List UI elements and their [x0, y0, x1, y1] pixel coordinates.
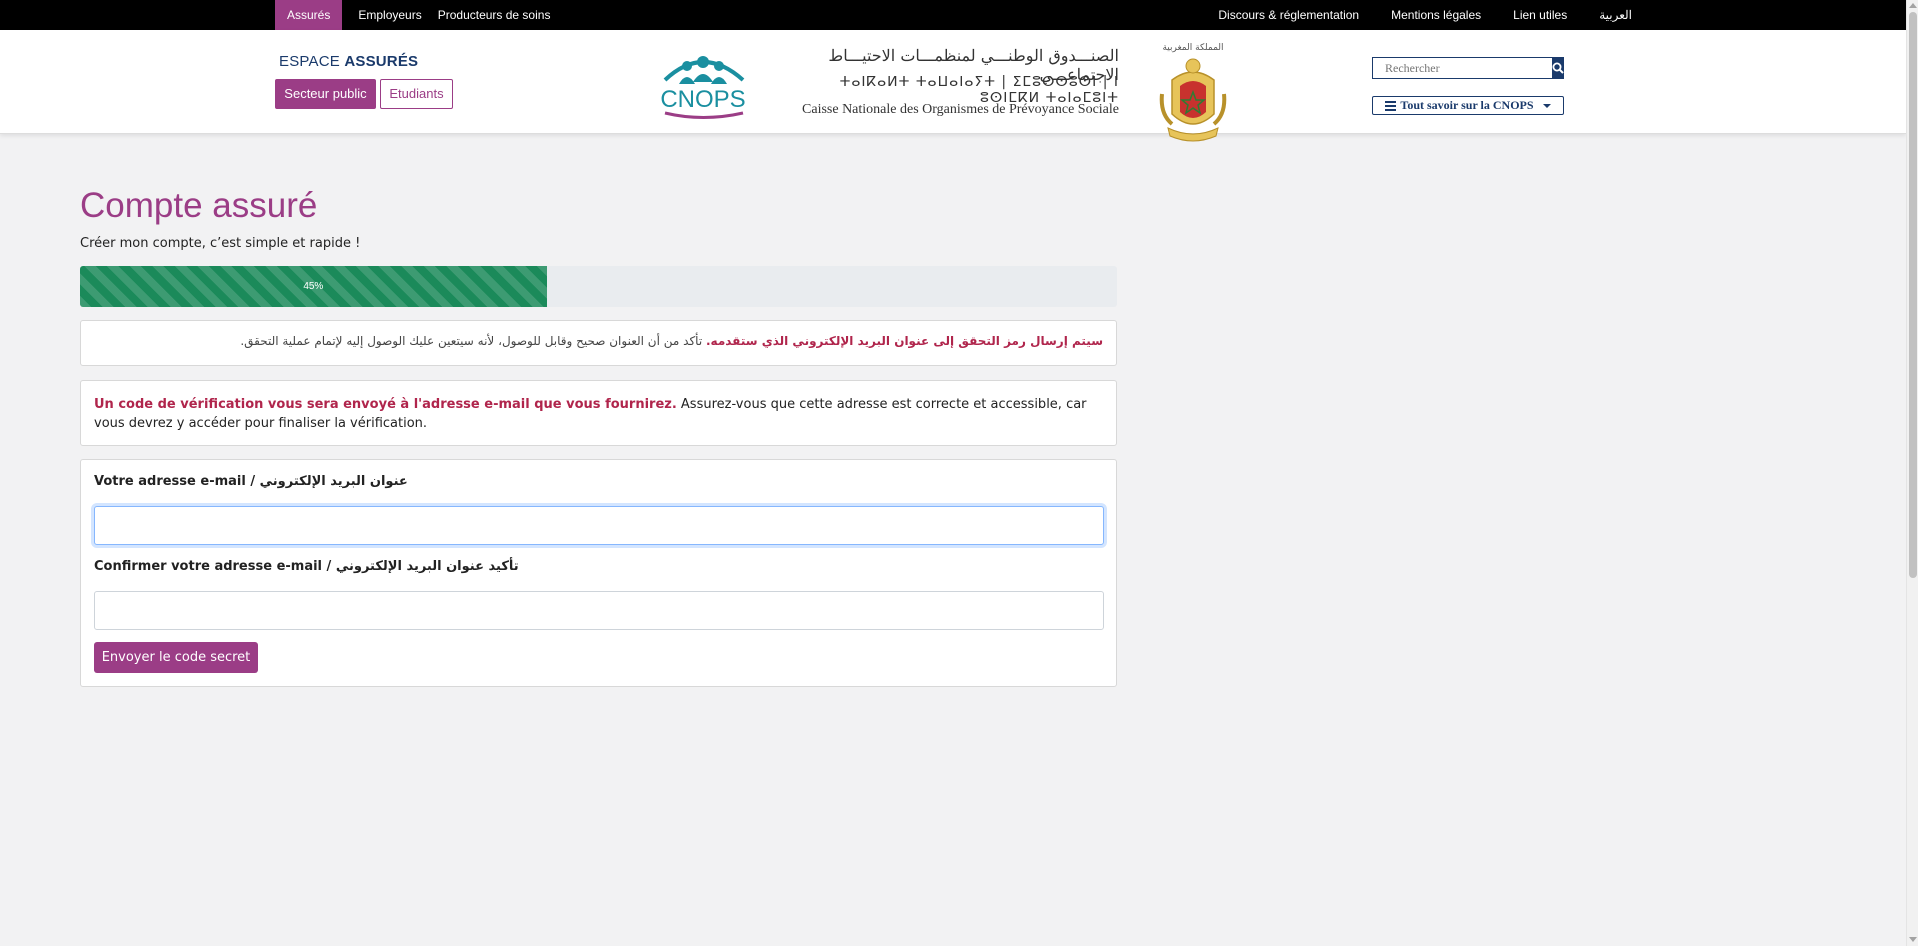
- etudiants-button[interactable]: Etudiants: [380, 79, 453, 109]
- page-title: Compte assuré: [80, 186, 318, 225]
- confirm-email-field[interactable]: [94, 591, 1104, 630]
- scroll-up-icon[interactable]: [1909, 3, 1917, 8]
- espace-title: ESPACE ASSURÉS: [279, 53, 419, 70]
- utility-nav: Discours & réglementation Mentions légal…: [1186, 0, 1632, 30]
- dropdown-label: Tout savoir sur la CNOPS: [1400, 98, 1534, 112]
- svg-text:CNOPS: CNOPS: [660, 86, 745, 113]
- notice-arabic-text: تأكد من أن العنوان صحيح وقابل للوصول، لأ…: [240, 334, 703, 348]
- notice-arabic-emphasis: سيتم إرسال رمز التحقق إلى عنوان البريد ا…: [705, 334, 1103, 348]
- search-button[interactable]: [1552, 58, 1564, 78]
- nav-liens-utiles[interactable]: Lien utiles: [1513, 0, 1567, 30]
- scrollbar-thumb[interactable]: [1909, 12, 1917, 578]
- nav-discours-reglementation[interactable]: Discours & réglementation: [1218, 0, 1359, 30]
- registration-progress: 45%: [80, 266, 1117, 307]
- search-input[interactable]: [1373, 58, 1552, 78]
- royaume-label: المملكة المغربية: [1162, 43, 1224, 53]
- notice-french-emphasis: Un code de vérification vous sera envoyé…: [94, 397, 677, 412]
- tout-savoir-dropdown-button[interactable]: Tout savoir sur la CNOPS: [1372, 96, 1564, 115]
- audience-nav: Assurés Employeurs Producteurs de soins: [275, 0, 567, 37]
- nav-employeurs[interactable]: Employeurs: [358, 0, 437, 30]
- vertical-scrollbar[interactable]: [1906, 0, 1918, 946]
- progress-bar-fill: 45%: [80, 266, 547, 307]
- email-label: Votre adresse e-mail / عنوان البريد الإل…: [94, 474, 408, 489]
- notice-french: Un code de vérification vous sera envoyé…: [80, 380, 1117, 446]
- nav-mentions-legales[interactable]: Mentions légales: [1391, 0, 1481, 30]
- logo-text-french: Caisse Nationale des Organismes de Prévo…: [802, 102, 1119, 117]
- page-subtitle: Créer mon compte, c’est simple et rapide…: [80, 236, 361, 251]
- progress-label: 45%: [303, 281, 324, 292]
- search-icon: [1552, 62, 1564, 74]
- search-box: [1372, 57, 1564, 79]
- send-secret-code-button[interactable]: Envoyer le code secret: [94, 642, 258, 673]
- email-field[interactable]: [94, 506, 1104, 545]
- caret-down-icon: [1542, 103, 1551, 108]
- nav-producteurs-de-soins[interactable]: Producteurs de soins: [438, 0, 567, 30]
- email-form: Votre adresse e-mail / عنوان البريد الإل…: [80, 459, 1117, 687]
- notice-arabic: سيتم إرسال رمز التحقق إلى عنوان البريد ا…: [80, 320, 1117, 366]
- top-navigation-bar: Assurés Employeurs Producteurs de soins …: [0, 0, 1906, 37]
- cnops-logo[interactable]: CNOPS: [655, 50, 751, 120]
- nav-assures[interactable]: Assurés: [275, 0, 343, 37]
- nav-language-arabic[interactable]: العربية: [1599, 0, 1632, 30]
- confirm-email-label: Confirmer votre adresse e-mail / تأكيد ع…: [94, 559, 519, 574]
- moroccan-coat-of-arms-icon: [1159, 58, 1227, 142]
- scroll-down-icon[interactable]: [1909, 937, 1917, 942]
- secteur-public-button[interactable]: Secteur public: [275, 79, 376, 109]
- hamburger-menu-icon: [1385, 100, 1397, 111]
- site-header: ESPACE ASSURÉS Secteur public Etudiants …: [0, 30, 1906, 142]
